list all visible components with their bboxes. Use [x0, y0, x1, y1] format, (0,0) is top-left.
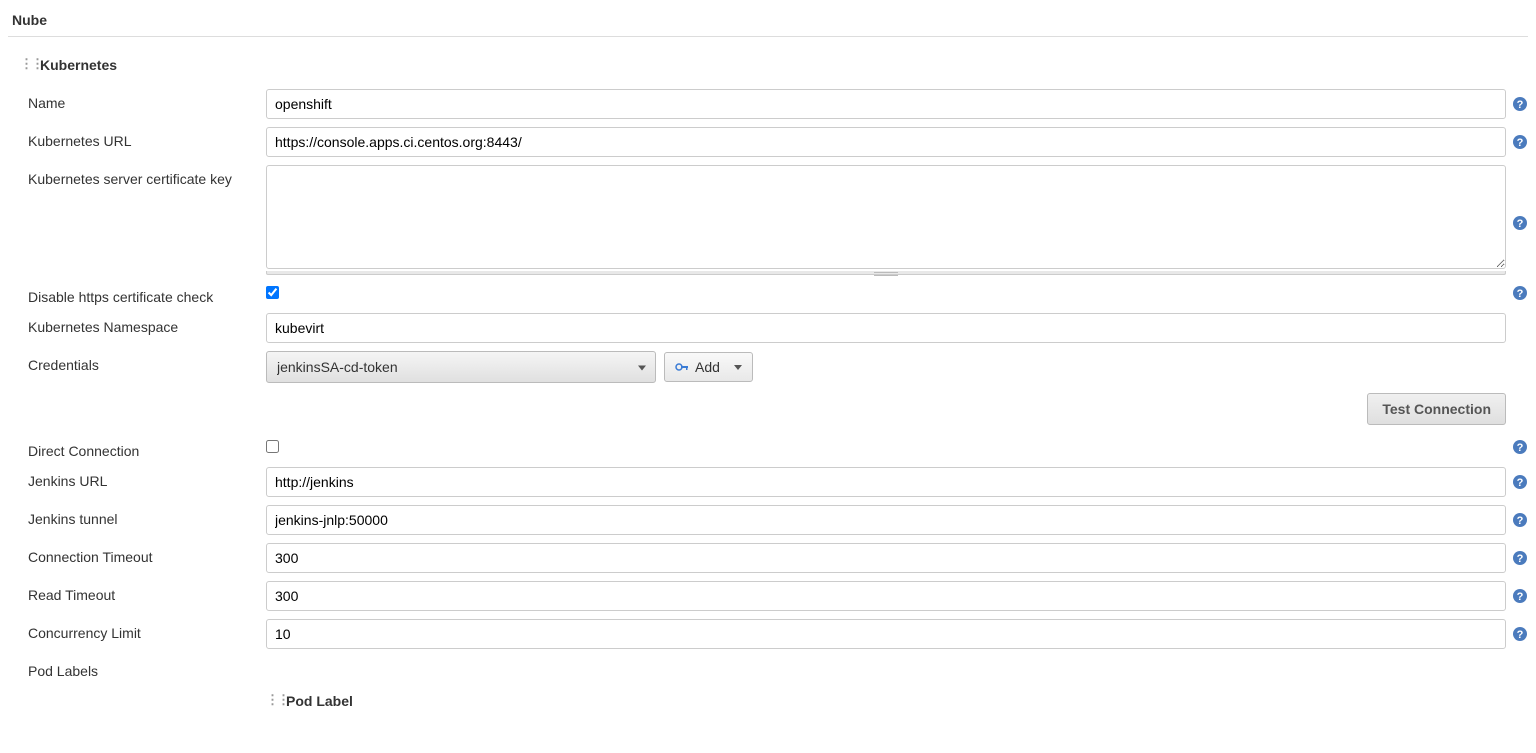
drag-handle-icon[interactable]: [266, 694, 278, 708]
row-pod-labels: Pod Labels: [28, 653, 1528, 683]
row-jenkins-tunnel: Jenkins tunnel ?: [28, 501, 1528, 539]
label-connection-timeout: Connection Timeout: [28, 543, 266, 565]
pod-label-title: Pod Label: [286, 693, 353, 709]
help-icon[interactable]: ?: [1512, 215, 1528, 231]
row-connection-timeout: Connection Timeout ?: [28, 539, 1528, 577]
resize-handle-icon[interactable]: [266, 271, 1506, 275]
svg-text:?: ?: [1517, 99, 1524, 111]
help-icon[interactable]: ?: [1512, 626, 1528, 642]
svg-text:?: ?: [1517, 591, 1524, 603]
drag-handle-icon[interactable]: [20, 58, 32, 72]
page-title: Nube: [8, 8, 1528, 37]
chevron-down-icon: [734, 365, 742, 370]
section-header-pod-label: Pod Label: [266, 689, 1528, 721]
concurrency-limit-input[interactable]: [266, 619, 1506, 649]
section-title: Kubernetes: [40, 57, 117, 73]
help-icon[interactable]: ?: [1512, 96, 1528, 112]
row-namespace: Kubernetes Namespace: [28, 309, 1528, 347]
label-credentials: Credentials: [28, 351, 266, 373]
svg-text:?: ?: [1517, 442, 1524, 454]
label-pod-labels: Pod Labels: [28, 657, 266, 679]
label-disable-https: Disable https certificate check: [28, 283, 266, 305]
kubernetes-url-input[interactable]: [266, 127, 1506, 157]
help-icon[interactable]: ?: [1512, 588, 1528, 604]
row-direct-connection: Direct Connection ?: [28, 433, 1528, 463]
namespace-input[interactable]: [266, 313, 1506, 343]
label-jenkins-tunnel: Jenkins tunnel: [28, 505, 266, 527]
help-icon[interactable]: ?: [1512, 439, 1528, 455]
label-namespace: Kubernetes Namespace: [28, 313, 266, 335]
label-read-timeout: Read Timeout: [28, 581, 266, 603]
label-name: Name: [28, 89, 266, 111]
svg-text:?: ?: [1517, 218, 1524, 230]
label-direct-connection: Direct Connection: [28, 437, 266, 459]
label-cert-key: Kubernetes server certificate key: [28, 165, 266, 187]
help-icon[interactable]: ?: [1512, 134, 1528, 150]
read-timeout-input[interactable]: [266, 581, 1506, 611]
disable-https-checkbox[interactable]: [266, 286, 279, 299]
svg-text:?: ?: [1517, 137, 1524, 149]
help-icon[interactable]: ?: [1512, 512, 1528, 528]
row-cert-key: Kubernetes server certificate key ?: [28, 161, 1528, 279]
test-connection-button[interactable]: Test Connection: [1367, 393, 1506, 425]
label-concurrency-limit: Concurrency Limit: [28, 619, 266, 641]
svg-text:?: ?: [1517, 288, 1524, 300]
help-icon[interactable]: ?: [1512, 550, 1528, 566]
row-jenkins-url: Jenkins URL ?: [28, 463, 1528, 501]
name-input[interactable]: [266, 89, 1506, 119]
connection-timeout-input[interactable]: [266, 543, 1506, 573]
row-name: Name ?: [28, 85, 1528, 123]
pod-label-subsection: Pod Label: [266, 683, 1528, 721]
svg-text:?: ?: [1517, 553, 1524, 565]
row-read-timeout: Read Timeout ?: [28, 577, 1528, 615]
label-k8s-url: Kubernetes URL: [28, 127, 266, 149]
row-k8s-url: Kubernetes URL ?: [28, 123, 1528, 161]
svg-text:?: ?: [1517, 515, 1524, 527]
add-button-label: Add: [695, 359, 720, 375]
label-jenkins-url: Jenkins URL: [28, 467, 266, 489]
help-icon[interactable]: ?: [1512, 285, 1528, 301]
jenkins-tunnel-input[interactable]: [266, 505, 1506, 535]
section-header-kubernetes: Kubernetes: [8, 53, 1528, 85]
add-credentials-button[interactable]: Add: [664, 352, 753, 382]
help-icon[interactable]: ?: [1512, 474, 1528, 490]
row-concurrency-limit: Concurrency Limit ?: [28, 615, 1528, 653]
svg-text:?: ?: [1517, 629, 1524, 641]
credentials-select[interactable]: jenkinsSA-cd-token: [266, 351, 656, 383]
svg-text:?: ?: [1517, 477, 1524, 489]
key-icon: [675, 362, 689, 372]
jenkins-url-input[interactable]: [266, 467, 1506, 497]
row-credentials: Credentials jenkinsSA-cd-token Add Te: [28, 347, 1528, 433]
row-disable-https: Disable https certificate check ?: [28, 279, 1528, 309]
direct-connection-checkbox[interactable]: [266, 440, 279, 453]
cert-key-textarea[interactable]: [266, 165, 1506, 269]
